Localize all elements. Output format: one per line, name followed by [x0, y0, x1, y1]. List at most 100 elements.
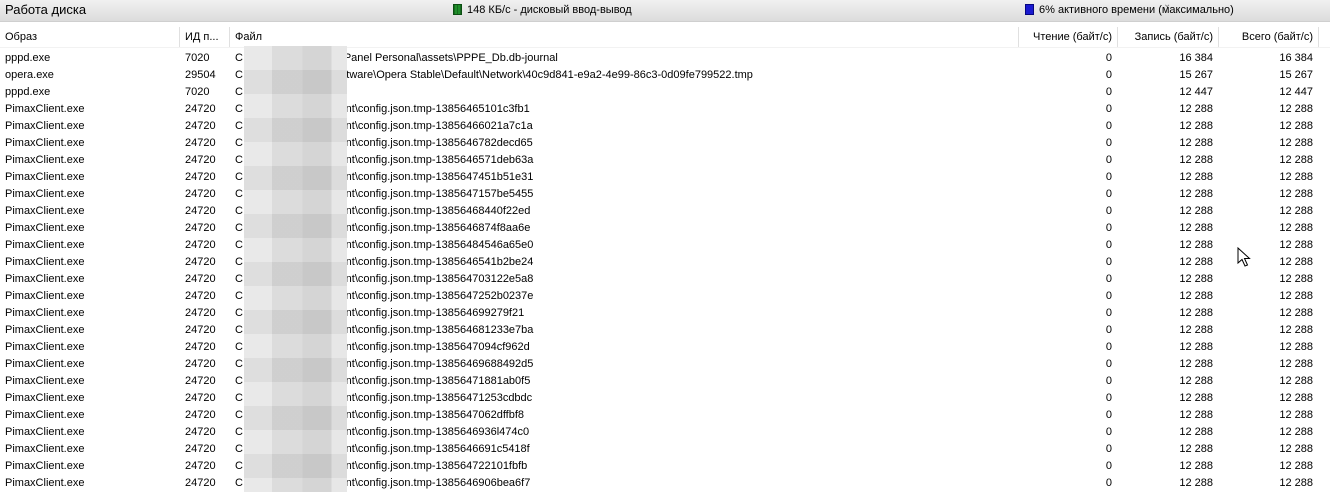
cell-write: 12 447 [1179, 86, 1213, 98]
table-row[interactable]: PimaxClient.exe 24720 C \Roaming\PimaxClie… [0, 390, 1330, 407]
disk-io-color-icon [453, 4, 462, 15]
cell-pid: 24720 [185, 188, 216, 200]
cell-write: 12 288 [1179, 154, 1213, 166]
column-separator[interactable] [229, 27, 230, 47]
cell-read: 0 [1105, 205, 1112, 217]
table-row[interactable]: PimaxClient.exe 24720 C \Roaming\PimaxClie… [0, 220, 1330, 237]
panel-title: Работа диска [5, 2, 87, 17]
cell-image: pppd.exe [5, 86, 51, 98]
table-row[interactable]: PimaxClient.exe 24720 C \Roaming\PimaxClie… [0, 373, 1330, 390]
table-row[interactable]: PimaxClient.exe 24720 C \Roaming\PimaxClie… [0, 458, 1330, 475]
cell-write: 12 288 [1179, 103, 1213, 115]
column-separator[interactable] [1018, 27, 1019, 47]
cell-read: 0 [1105, 324, 1112, 336]
table-row[interactable]: pppd.exe 7020 C \CyberPower PowerPanel Per… [0, 50, 1330, 67]
table-row[interactable]: PimaxClient.exe 24720 C \Roaming\PimaxClie… [0, 322, 1330, 339]
cell-pid: 24720 [185, 103, 216, 115]
cell-image: opera.exe [5, 69, 54, 81]
cell-total: 16 384 [1279, 52, 1313, 64]
cell-write: 12 288 [1179, 222, 1213, 234]
table-row[interactable]: PimaxClient.exe 24720 C \Roaming\PimaxClie… [0, 203, 1330, 220]
cell-pid: 24720 [185, 171, 216, 183]
cell-image: PimaxClient.exe [5, 358, 85, 370]
column-header-read[interactable]: Чтение (байт/с) [1024, 31, 1112, 47]
cell-write: 12 288 [1179, 188, 1213, 200]
cell-read: 0 [1105, 477, 1112, 489]
column-separator[interactable] [1318, 27, 1319, 47]
cell-write: 12 288 [1179, 273, 1213, 285]
cell-pid: 24720 [185, 460, 216, 472]
active-time-color-icon [1025, 4, 1034, 15]
table-row[interactable]: PimaxClient.exe 24720 C \Roaming\PimaxClie… [0, 424, 1330, 441]
cell-image: PimaxClient.exe [5, 273, 85, 285]
cell-image: pppd.exe [5, 52, 51, 64]
cell-read: 0 [1105, 392, 1112, 404]
column-header-file[interactable]: Файл [235, 31, 262, 47]
cell-write: 16 384 [1179, 52, 1213, 64]
cell-write: 12 288 [1179, 171, 1213, 183]
active-time-label: 6% активного времени (максимально) [1039, 4, 1234, 16]
cell-pid: 24720 [185, 341, 216, 353]
cell-pid: 24720 [185, 358, 216, 370]
cell-file: C \CyberPower PowerPanel Personal\assets… [235, 52, 558, 64]
column-separator[interactable] [179, 27, 180, 47]
cell-read: 0 [1105, 426, 1112, 438]
table-row[interactable]: PimaxClient.exe 24720 C \Roaming\PimaxClie… [0, 118, 1330, 135]
table-row[interactable]: opera.exe 29504 C \Roaming\Opera Software\… [0, 67, 1330, 84]
column-header-pid[interactable]: ИД п... [185, 31, 219, 47]
cell-pid: 24720 [185, 443, 216, 455]
cell-write: 15 267 [1179, 69, 1213, 81]
cell-pid: 24720 [185, 120, 216, 132]
cell-image: PimaxClient.exe [5, 375, 85, 387]
table-row[interactable]: PimaxClient.exe 24720 C \Roaming\PimaxClie… [0, 237, 1330, 254]
cell-total: 12 288 [1279, 341, 1313, 353]
table-row[interactable]: PimaxClient.exe 24720 C \Roaming\PimaxClie… [0, 254, 1330, 271]
table-row[interactable]: PimaxClient.exe 24720 C \Roaming\PimaxClie… [0, 135, 1330, 152]
cell-write: 12 288 [1179, 290, 1213, 302]
cell-pid: 24720 [185, 256, 216, 268]
column-header-image[interactable]: Образ [5, 31, 37, 47]
column-header-row: Образ ИД п... Файл Чтение (байт/с) Запис… [0, 27, 1330, 48]
column-separator[interactable] [1218, 27, 1219, 47]
cell-pid: 24720 [185, 375, 216, 387]
cell-pid: 24720 [185, 273, 216, 285]
column-header-write[interactable]: Запись (байт/с) [1121, 31, 1213, 47]
table-row[interactable]: PimaxClient.exe 24720 C \Roaming\PimaxClie… [0, 101, 1330, 118]
table-row[interactable]: pppd.exe 7020 C тома NTFS) 0 12 447 12 447 [0, 84, 1330, 101]
cell-total: 12 288 [1279, 426, 1313, 438]
cell-pid: 7020 [185, 52, 210, 64]
cell-read: 0 [1105, 239, 1112, 251]
table-row[interactable]: PimaxClient.exe 24720 C \Roaming\PimaxClie… [0, 441, 1330, 458]
active-time-indicator: 6% активного времени (максимально) [1025, 4, 1234, 16]
table-row[interactable]: PimaxClient.exe 24720 C \Roaming\PimaxClie… [0, 271, 1330, 288]
cell-read: 0 [1105, 290, 1112, 302]
cell-read: 0 [1105, 69, 1112, 81]
cell-pid: 24720 [185, 154, 216, 166]
table-row[interactable]: PimaxClient.exe 24720 C \Roaming\PimaxClie… [0, 152, 1330, 169]
cell-write: 12 288 [1179, 460, 1213, 472]
table-row[interactable]: PimaxClient.exe 24720 C \Roaming\PimaxClie… [0, 475, 1330, 492]
table-row[interactable]: PimaxClient.exe 24720 C \Roaming\PimaxClie… [0, 305, 1330, 322]
table-row[interactable]: PimaxClient.exe 24720 C \Roaming\PimaxClie… [0, 186, 1330, 203]
cell-file: C \Roaming\PimaxClient\config.json.tmp-1… [235, 137, 533, 149]
cell-total: 12 288 [1279, 154, 1313, 166]
disk-activity-header[interactable]: Работа диска 148 КБ/с - дисковый ввод-вы… [0, 0, 1330, 22]
cell-total: 12 288 [1279, 273, 1313, 285]
cell-total: 12 288 [1279, 358, 1313, 370]
cell-image: PimaxClient.exe [5, 341, 85, 353]
column-separator[interactable] [1117, 27, 1118, 47]
cell-file: C \Roaming\PimaxClient\config.json.tmp-1… [235, 256, 534, 268]
table-row[interactable]: PimaxClient.exe 24720 C \Roaming\PimaxClie… [0, 356, 1330, 373]
cell-pid: 24720 [185, 426, 216, 438]
table-row[interactable]: PimaxClient.exe 24720 C \Roaming\PimaxClie… [0, 407, 1330, 424]
cell-image: PimaxClient.exe [5, 324, 85, 336]
table-row[interactable]: PimaxClient.exe 24720 C \Roaming\PimaxClie… [0, 288, 1330, 305]
cell-pid: 24720 [185, 392, 216, 404]
cell-image: PimaxClient.exe [5, 392, 85, 404]
cell-image: PimaxClient.exe [5, 426, 85, 438]
table-row[interactable]: PimaxClient.exe 24720 C \Roaming\PimaxClie… [0, 169, 1330, 186]
cell-total: 12 288 [1279, 409, 1313, 421]
cell-image: PimaxClient.exe [5, 256, 85, 268]
column-header-total[interactable]: Всего (байт/с) [1222, 31, 1313, 47]
table-row[interactable]: PimaxClient.exe 24720 C \Roaming\PimaxClie… [0, 339, 1330, 356]
